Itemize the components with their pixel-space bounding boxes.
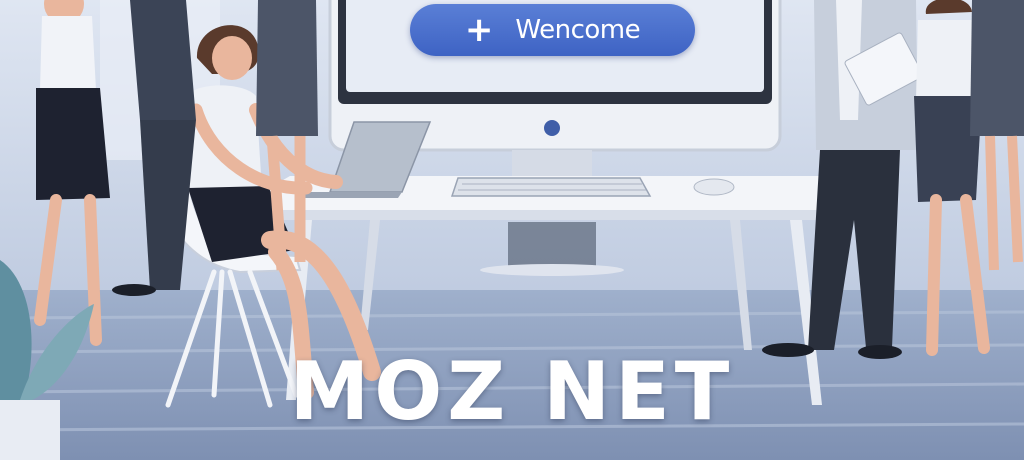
keyboard bbox=[450, 177, 652, 197]
welcome-button[interactable]: + Wencome bbox=[410, 4, 695, 56]
plus-icon: + bbox=[464, 10, 494, 50]
welcome-button-label: Wencome bbox=[515, 15, 641, 45]
mouse bbox=[693, 178, 735, 196]
headline-title: MOZ NET bbox=[289, 345, 735, 438]
